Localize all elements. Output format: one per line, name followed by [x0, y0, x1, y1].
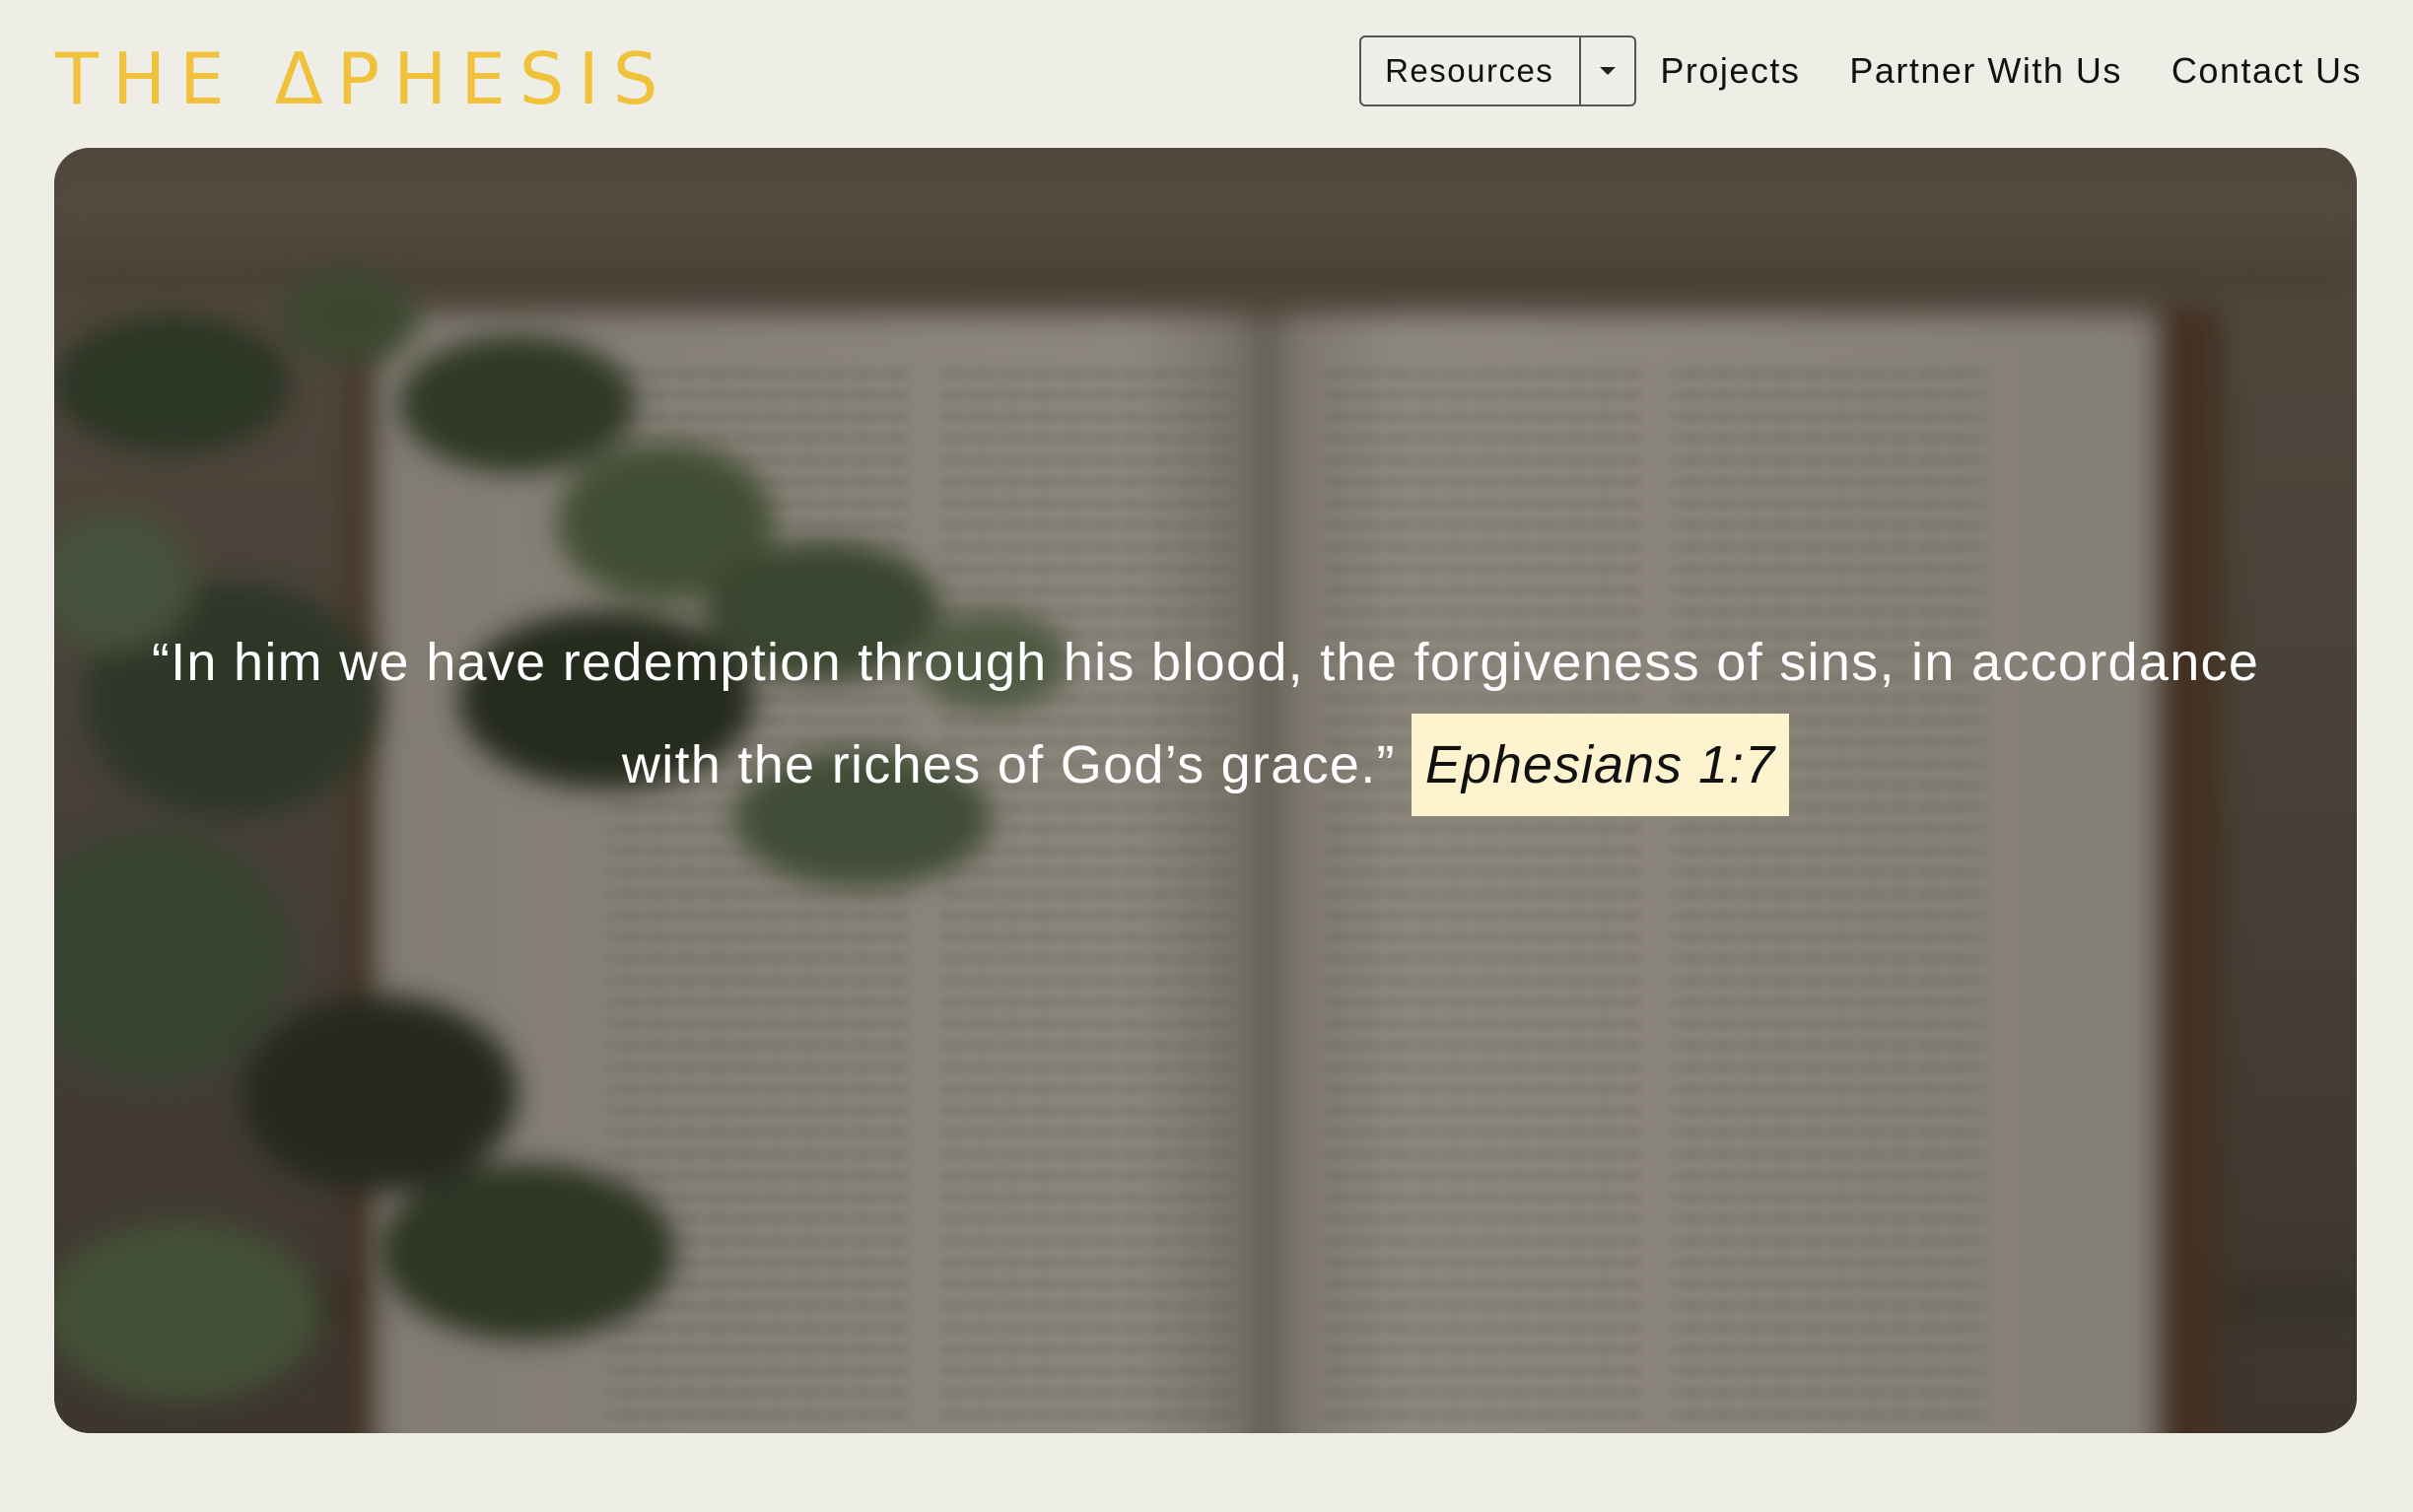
site-logo[interactable]: THE ΔPHESIS — [55, 39, 671, 118]
nav-link-contact-us[interactable]: Contact Us — [2172, 50, 2362, 92]
caret-down-icon — [1600, 67, 1617, 75]
resources-button[interactable]: Resources — [1361, 37, 1582, 104]
hero-banner: “In him we have redemption through his b… — [54, 148, 2357, 1433]
resources-dropdown-toggle[interactable] — [1581, 37, 1634, 104]
nav-link-projects[interactable]: Projects — [1660, 50, 1800, 92]
verse-reference: Ephesians 1:7 — [1411, 714, 1790, 816]
logo-text: THE ΔPHESIS — [55, 37, 672, 120]
resources-dropdown: Resources — [1359, 35, 1637, 106]
site-header: THE ΔPHESIS Resources Projects Partner W… — [0, 0, 2413, 148]
quote-text: “In him we have redemption through his b… — [151, 633, 2260, 794]
nav-link-partner-with-us[interactable]: Partner With Us — [1849, 50, 2122, 92]
page: THE ΔPHESIS Resources Projects Partner W… — [0, 0, 2413, 1512]
main-nav: Resources Projects Partner With Us Conta… — [1359, 34, 2362, 108]
hero-quote: “In him we have redemption through his b… — [113, 611, 2298, 816]
